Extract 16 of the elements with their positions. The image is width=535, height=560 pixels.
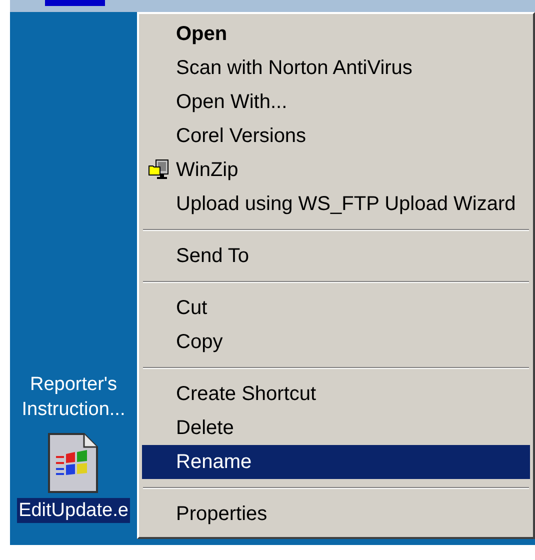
menu-item[interactable]: Copy — [142, 325, 530, 359]
menu-item[interactable]: Properties — [142, 497, 530, 531]
menu-item[interactable]: Open With... — [142, 85, 530, 119]
menu-item[interactable]: Delete — [142, 411, 530, 445]
menu-item[interactable]: Corel Versions — [142, 119, 530, 153]
menu-item[interactable]: Send To — [142, 239, 530, 273]
menu-item[interactable]: WinZip — [142, 153, 530, 187]
menu-item[interactable]: Upload using WS_FTP Upload Wizard — [142, 187, 530, 221]
menu-item[interactable]: Open — [142, 17, 530, 51]
menu-item[interactable]: Create Shortcut — [142, 377, 530, 411]
desktop-icon-label[interactable]: EditUpdate.e — [16, 498, 130, 523]
menu-item[interactable]: Scan with Norton AntiVirus — [142, 51, 530, 85]
menu-item[interactable]: Rename — [142, 445, 530, 479]
menu-item[interactable]: Cut — [142, 291, 530, 325]
setup-file-icon[interactable] — [46, 432, 100, 494]
desktop-icon-label[interactable]: Reporter's Instruction... — [11, 372, 136, 422]
